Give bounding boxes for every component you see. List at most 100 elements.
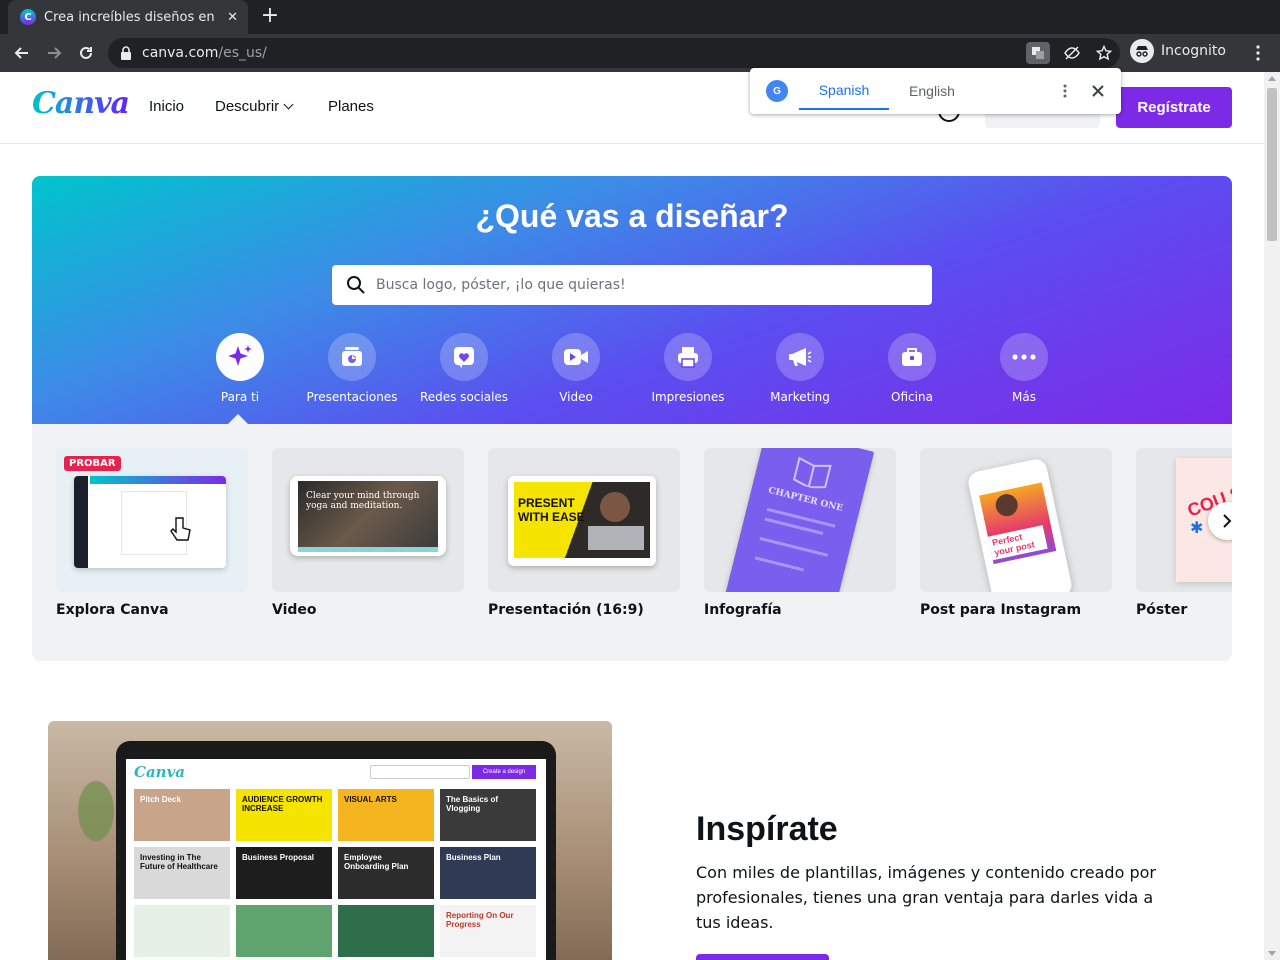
category-redes-sociales[interactable]: Redes sociales [408,333,520,404]
card-thumbnail: Clear your mind through yoga and meditat… [272,448,464,592]
category-presentaciones[interactable]: Presentaciones [296,333,408,404]
design-types-row: PROBAR Explora Canva Clear your mind thr… [32,424,1232,661]
browser-tabstrip: C Crea increíbles diseños en ✕ + [0,0,1280,34]
category-marketing[interactable]: Marketing [744,333,856,404]
search-input[interactable] [376,277,896,293]
reload-button[interactable] [73,40,99,66]
card-label: Presentación (16:9) [488,602,644,618]
card-label: Infografía [704,602,782,618]
forward-button[interactable] [41,40,67,66]
chevron-right-icon [1223,514,1232,528]
hero-title: ¿Qué vas a diseñar? [475,198,789,234]
category-video[interactable]: Video [520,333,632,404]
category-label: Presentaciones [306,390,398,404]
tab-spanish[interactable]: Spanish [799,72,889,110]
google-translate-icon: G [766,80,788,102]
translate-page-icon[interactable] [1026,42,1050,64]
nav-descubrir-label: Descubrir [215,98,280,115]
printer-icon [664,333,712,381]
canva-logo[interactable]: Canva [32,86,130,121]
mockup-template-tile: Business Plan [440,847,536,899]
url-host: canva.com [142,45,219,61]
canva-favicon-icon: C [20,9,36,25]
page-viewport: Canva Inicio Descubrir Planes Regístrate… [0,72,1264,960]
mockup-logo: Canva [134,763,185,781]
inspire-cta-button[interactable] [696,954,829,960]
nav-planes[interactable]: Planes [328,98,374,115]
card-thumbnail: PROBAR [56,448,248,592]
bookmark-star-icon[interactable] [1092,42,1116,64]
category-para-ti[interactable]: Para ti [184,333,296,404]
asterisk-icon: ✱ [1190,518,1204,537]
category-impresiones[interactable]: Impresiones [632,333,744,404]
incognito-profile[interactable]: Incognito [1130,39,1226,63]
nav-inicio[interactable]: Inicio [149,98,184,115]
briefcase-icon [888,333,936,381]
heart-icon [440,333,488,381]
tracking-blocked-eye-icon[interactable] [1060,42,1084,64]
mockup-template-tile: Investing in The Future of Healthcare [134,847,230,899]
card-label: Post para Instagram [920,602,1082,618]
nav-descubrir[interactable]: Descubrir [215,98,294,115]
category-label: Marketing [770,390,830,404]
mockup-template-tile [338,905,434,957]
megaphone-icon [776,333,824,381]
card-explora-canva[interactable]: PROBAR Explora Canva [56,448,248,618]
category-label: Para ti [220,390,260,404]
inspire-text: Con miles de plantillas, imágenes y cont… [696,863,1156,932]
lock-icon [121,46,131,60]
signup-button[interactable]: Regístrate [1116,87,1232,128]
browser-tab[interactable]: C Crea increíbles diseños en ✕ [8,0,248,34]
card-thumbnail: CHAPTER ONE [704,448,896,592]
mockup-template-tile: VISUAL ARTS [338,789,434,841]
selected-category-caret [228,414,248,424]
card-infografia[interactable]: CHAPTER ONE Infografía [704,448,896,618]
card-thumbnail: PRESENT WITH EASE [488,448,680,592]
forward-arrow-icon [48,47,62,59]
mockup-template-tile: Pitch Deck [134,789,230,841]
inspire-image: Canva Create a design Pitch Deck AUDIENCE… [48,721,612,960]
back-button[interactable] [9,40,35,66]
scroll-up-arrow-icon[interactable] [1268,76,1276,81]
search-box[interactable] [332,265,932,305]
inspire-title: Inspírate [696,810,838,848]
mockup-template-tile: AUDIENCE GROWTH INCREASE [236,789,332,841]
back-arrow-icon [14,47,28,59]
category-oficina[interactable]: Oficina [856,333,968,404]
mockup-template-tile [134,905,230,957]
new-tab-button[interactable]: + [258,5,282,29]
category-label: Más [1012,390,1036,404]
presentation-thumb-text: PRESENT WITH EASE [518,496,585,524]
page-scrollbar[interactable] [1264,72,1280,960]
category-label: Video [559,390,593,404]
scroll-thumb[interactable] [1267,88,1277,241]
sparkle-icon [216,333,264,381]
category-mas[interactable]: Más [968,333,1080,404]
instagram-thumb-text: Perfect your post [987,525,1048,561]
search-icon [347,276,365,294]
card-label: Explora Canva [56,602,169,618]
book-icon [792,456,832,489]
card-video[interactable]: Clear your mind through yoga and meditat… [272,448,464,618]
video-thumb-text: Clear your mind through yoga and meditat… [298,481,438,549]
close-tab-icon[interactable]: ✕ [227,10,238,25]
translate-popup: G Spanish English [750,68,1121,114]
incognito-label: Incognito [1161,43,1226,59]
tab-title: Crea increíbles diseños en [44,9,214,25]
scroll-down-arrow-icon[interactable] [1268,951,1276,956]
card-post-instagram[interactable]: Perfect your post Post para Instagram [920,448,1112,618]
browser-menu-icon[interactable] [1250,42,1266,64]
card-presentacion[interactable]: PRESENT WITH EASE Presentación (16:9) [488,448,680,618]
tab-english[interactable]: English [889,68,975,114]
try-badge: PROBAR [64,456,121,471]
close-icon[interactable] [1088,80,1108,102]
mockup-create-button: Create a design [472,765,536,779]
reload-icon [80,46,92,59]
translate-options-icon[interactable] [1058,80,1072,102]
card-thumbnail: Perfect your post [920,448,1112,592]
mockup-template-tile: Employee Onboarding Plan [338,847,434,899]
mockup-template-tile [236,905,332,957]
address-bar[interactable]: canva.com/es_us/ [108,38,1120,68]
browser-toolbar: canva.com/es_us/ Incognito [0,34,1280,72]
mockup-template-tile: Reporting On Our Progress [440,905,536,957]
